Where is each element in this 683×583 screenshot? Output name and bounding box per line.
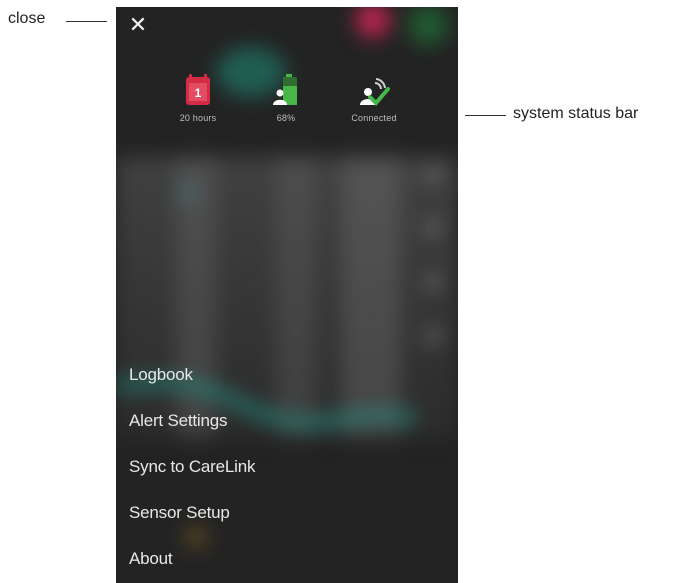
- status-connection[interactable]: Connected: [329, 73, 419, 123]
- main-menu: Logbook Alert Settings Sync to CareLink …: [129, 362, 439, 583]
- status-sensor[interactable]: 1 20 hours: [153, 73, 243, 123]
- menu-item-about[interactable]: About: [129, 546, 439, 583]
- status-transmitter[interactable]: 68%: [241, 73, 331, 123]
- close-icon: ✕: [128, 12, 148, 37]
- menu-item-alert-settings[interactable]: Alert Settings: [129, 408, 439, 454]
- battery-transmitter-icon: [273, 74, 297, 105]
- svg-text:1: 1: [195, 86, 202, 100]
- system-status-bar: 1 20 hours 68% Connected: [116, 73, 458, 135]
- close-annotation-line: [66, 21, 107, 22]
- status-bar-annotation-line: [465, 115, 506, 116]
- menu-item-logbook[interactable]: Logbook: [129, 362, 439, 408]
- connected-signal-icon: [360, 78, 390, 106]
- status-bar-annotation-label: system status bar: [513, 105, 639, 122]
- app-menu-screen: ✕ 1 20 hours 68% Connected Logbook Alert…: [116, 7, 458, 583]
- connection-status-text: Connected: [351, 113, 397, 123]
- close-annotation-label: close: [8, 10, 46, 27]
- calendar-sensor-icon: 1: [186, 74, 210, 105]
- sensor-status-text: 20 hours: [179, 113, 217, 123]
- transmitter-status-text: 68%: [276, 113, 296, 123]
- menu-item-sensor-setup[interactable]: Sensor Setup: [129, 500, 439, 546]
- menu-item-sync-to-carelink[interactable]: Sync to CareLink: [129, 454, 439, 500]
- close-button[interactable]: ✕: [126, 13, 150, 37]
